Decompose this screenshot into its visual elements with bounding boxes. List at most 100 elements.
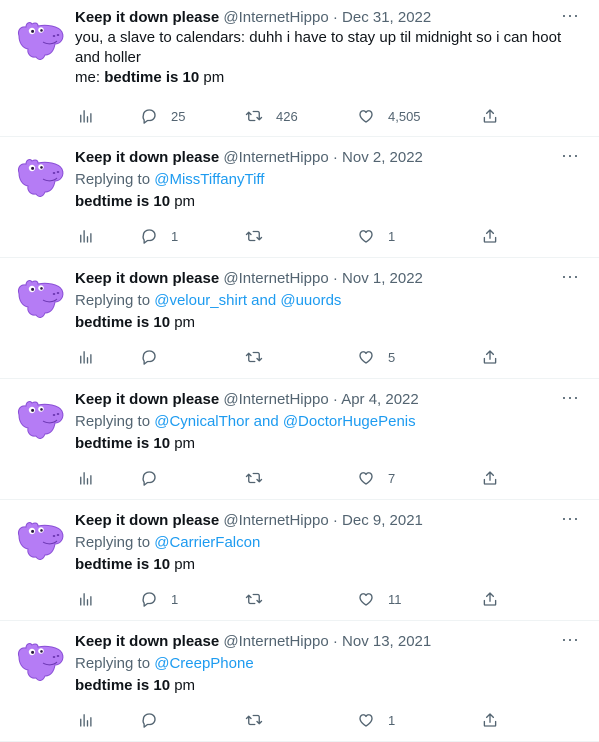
reply-button[interactable]: 1 xyxy=(140,226,178,246)
tweet-content: Keep it down please @InternetHippo · Nov… xyxy=(75,269,579,333)
more-icon[interactable]: ··· xyxy=(561,508,579,529)
views-button[interactable] xyxy=(77,226,95,246)
timestamp[interactable]: Dec 31, 2022 xyxy=(342,9,431,26)
retweet-button[interactable] xyxy=(245,226,276,246)
handle[interactable]: @InternetHippo xyxy=(223,633,328,650)
like-count: 5 xyxy=(388,349,396,365)
like-button[interactable]: 4,505 xyxy=(357,106,421,126)
share-button[interactable] xyxy=(481,710,499,730)
reply-button[interactable]: 25 xyxy=(140,106,185,126)
analytics-icon xyxy=(80,230,92,243)
handle[interactable]: @InternetHippo xyxy=(223,391,328,408)
like-button[interactable]: 1 xyxy=(357,710,395,730)
share-icon xyxy=(483,592,497,606)
replying-to: Replying to @CarrierFalcon xyxy=(75,534,261,551)
display-name[interactable]: Keep it down please xyxy=(75,9,219,26)
bold-text: bedtime is 10 xyxy=(104,69,200,86)
reply-button[interactable]: 1 xyxy=(140,589,178,609)
tweet[interactable]: Keep it down please @InternetHippo · Dec… xyxy=(0,500,599,621)
tweet[interactable]: Keep it down please @InternetHippo · Nov… xyxy=(0,621,599,742)
tweet-actions: 1 11 xyxy=(75,589,579,609)
share-button[interactable] xyxy=(481,468,499,488)
like-button[interactable]: 5 xyxy=(357,347,395,367)
tweet[interactable]: Keep it down please @InternetHippo · Apr… xyxy=(0,379,599,500)
share-icon xyxy=(483,713,497,727)
timestamp[interactable]: Dec 9, 2021 xyxy=(342,512,423,529)
share-button[interactable] xyxy=(481,106,499,126)
mention-link[interactable]: @CarrierFalcon xyxy=(154,534,260,551)
like-button[interactable]: 7 xyxy=(357,468,395,488)
mention-link[interactable]: @CreepPhone xyxy=(154,655,253,672)
more-icon[interactable]: ··· xyxy=(561,145,579,166)
display-name[interactable]: Keep it down please xyxy=(75,149,219,166)
like-button[interactable]: 1 xyxy=(357,226,395,246)
reply-count: 25 xyxy=(171,108,186,124)
reply-button[interactable] xyxy=(140,347,171,367)
reply-button[interactable] xyxy=(140,468,171,488)
views-button[interactable] xyxy=(77,106,95,126)
avatar[interactable] xyxy=(13,151,65,201)
reply-button[interactable] xyxy=(140,710,171,730)
retweet-button[interactable] xyxy=(245,347,276,367)
more-icon[interactable]: ··· xyxy=(561,629,579,650)
timestamp[interactable]: Nov 2, 2022 xyxy=(342,149,423,166)
more-icon[interactable]: ··· xyxy=(561,266,579,287)
replying-to: Replying to @CynicalThor and @DoctorHuge… xyxy=(75,413,416,430)
display-name[interactable]: Keep it down please xyxy=(75,633,219,650)
handle[interactable]: @InternetHippo xyxy=(223,512,328,529)
separator: · xyxy=(332,633,338,650)
separator: · xyxy=(332,9,338,26)
replying-to: Replying to @MissTiffanyTiff xyxy=(75,171,265,188)
like-count: 4,505 xyxy=(388,108,421,124)
display-name[interactable]: Keep it down please xyxy=(75,270,219,287)
views-button[interactable] xyxy=(77,347,95,367)
tweet-text: bedtime is 10 pm xyxy=(75,435,196,452)
tweet-text: bedtime is 10 pm xyxy=(75,193,196,210)
bold-text: bedtime is 10 xyxy=(75,314,171,331)
avatar[interactable] xyxy=(13,272,65,322)
heart-icon xyxy=(359,472,373,485)
avatar[interactable] xyxy=(13,635,65,685)
mention-link[interactable]: @velour_shirt and @uuords xyxy=(154,292,341,309)
tweet[interactable]: Keep it down please @InternetHippo · Dec… xyxy=(0,0,599,137)
tweet[interactable]: Keep it down please @InternetHippo · Nov… xyxy=(0,258,599,379)
retweet-button[interactable] xyxy=(245,710,276,730)
share-button[interactable] xyxy=(481,347,499,367)
views-button[interactable] xyxy=(77,589,95,609)
mention-link[interactable]: @CynicalThor and @DoctorHugePenis xyxy=(154,413,415,430)
views-button[interactable] xyxy=(77,710,95,730)
retweet-button[interactable]: 426 xyxy=(245,106,298,126)
tweet-actions: 1 1 xyxy=(75,226,579,246)
share-button[interactable] xyxy=(481,226,499,246)
tweet-header: Keep it down please @InternetHippo · Apr… xyxy=(75,390,579,410)
separator: · xyxy=(332,149,338,166)
separator: · xyxy=(332,391,338,408)
like-button[interactable]: 11 xyxy=(357,589,402,609)
tweet-content: Keep it down please @InternetHippo · Dec… xyxy=(75,511,579,575)
avatar[interactable] xyxy=(13,393,65,443)
separator: · xyxy=(332,512,338,529)
avatar[interactable] xyxy=(13,14,65,64)
more-icon[interactable]: ··· xyxy=(561,387,579,408)
handle[interactable]: @InternetHippo xyxy=(223,149,328,166)
mention-link[interactable]: @MissTiffanyTiff xyxy=(154,171,264,188)
timestamp[interactable]: Nov 13, 2021 xyxy=(342,633,431,650)
timestamp[interactable]: Nov 1, 2022 xyxy=(342,270,423,287)
display-name[interactable]: Keep it down please xyxy=(75,512,219,529)
retweet-button[interactable] xyxy=(245,589,276,609)
retweet-icon xyxy=(245,593,263,605)
views-button[interactable] xyxy=(77,468,95,488)
tweet-header: Keep it down please @InternetHippo · Nov… xyxy=(75,269,579,289)
bold-text: bedtime is 10 xyxy=(75,435,171,452)
retweet-button[interactable] xyxy=(245,468,276,488)
share-button[interactable] xyxy=(481,589,499,609)
display-name[interactable]: Keep it down please xyxy=(75,391,219,408)
more-icon[interactable]: ··· xyxy=(561,5,579,26)
handle[interactable]: @InternetHippo xyxy=(223,9,328,26)
tweet-actions: 25 426 4,505 xyxy=(75,106,579,126)
timestamp[interactable]: Apr 4, 2022 xyxy=(341,391,419,408)
retweet-icon xyxy=(245,714,263,726)
handle[interactable]: @InternetHippo xyxy=(223,270,328,287)
avatar[interactable] xyxy=(13,514,65,564)
tweet[interactable]: Keep it down please @InternetHippo · Nov… xyxy=(0,137,599,258)
